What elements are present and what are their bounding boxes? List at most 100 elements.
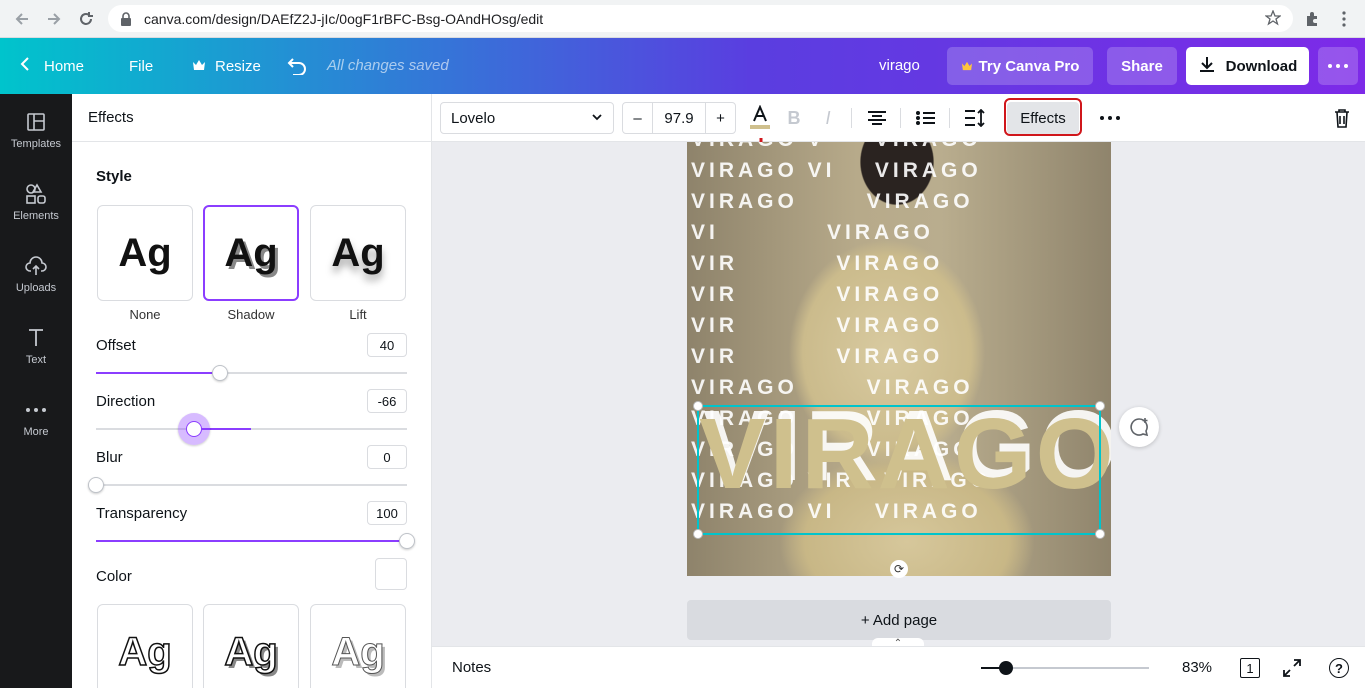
blur-slider[interactable] — [88, 477, 407, 493]
toolbar-divider — [949, 108, 950, 128]
page-count-button[interactable]: 1 — [1240, 658, 1260, 678]
notes-button[interactable]: Notes — [452, 659, 491, 676]
share-button[interactable]: Share — [1107, 47, 1177, 85]
rail-item-elements[interactable]: Elements — [0, 166, 72, 238]
style-echo-tile[interactable]: Ag — [310, 604, 406, 688]
back-icon[interactable] — [6, 3, 38, 35]
offset-handle[interactable] — [212, 365, 229, 381]
italic-icon[interactable]: I — [812, 102, 844, 134]
url-text: canva.com/design/DAEfZ2J-jIc/0ogF1rBFC-B… — [144, 10, 544, 27]
offset-label: Offset — [96, 337, 136, 354]
blur-handle[interactable] — [88, 477, 104, 493]
rail-label: More — [23, 426, 49, 438]
transparency-input[interactable]: 100 — [367, 501, 407, 525]
shadow-color-swatch[interactable] — [375, 558, 407, 590]
style-shadow-tile[interactable]: Ag — [203, 205, 299, 301]
style-lift-label: Lift — [349, 307, 367, 322]
rail-item-text[interactable]: Text — [0, 310, 72, 382]
direction-input[interactable]: -66 — [367, 389, 407, 413]
increase-size-button[interactable]: + — [705, 103, 735, 133]
direction-slider[interactable] — [96, 413, 407, 445]
download-button[interactable]: Download — [1186, 47, 1309, 85]
add-page-button[interactable]: + Add page — [687, 600, 1111, 640]
decrease-size-button[interactable]: – — [623, 103, 653, 133]
rail-item-more[interactable]: More — [0, 382, 72, 454]
resize-handle[interactable] — [1095, 529, 1105, 539]
transparency-handle[interactable] — [399, 533, 415, 549]
address-bar[interactable]: canva.com/design/DAEfZ2J-jIc/0ogF1rBFC-B… — [108, 5, 1293, 32]
zoom-level[interactable]: 83% — [1182, 659, 1212, 676]
font-dropdown[interactable]: Lovelo — [440, 102, 614, 134]
color-label: Color — [96, 568, 132, 585]
resize-handle[interactable] — [1095, 401, 1105, 411]
ellipsis-icon — [1328, 64, 1348, 68]
more-options-icon[interactable] — [1094, 102, 1126, 134]
undo-icon — [287, 58, 306, 75]
pattern-row: VIRAGO VI VIRAGO — [691, 159, 982, 182]
rail-item-templates[interactable]: Templates — [0, 94, 72, 166]
list-icon[interactable] — [910, 102, 942, 134]
selection-box[interactable] — [693, 401, 1105, 539]
help-button[interactable]: ? — [1329, 658, 1349, 678]
resize-handle[interactable] — [693, 529, 703, 539]
undo-button[interactable] — [287, 38, 307, 94]
effects-panel: Effects Style Ag Ag Ag None Shadow Lift … — [72, 94, 432, 688]
browser-toolbar: canva.com/design/DAEfZ2J-jIc/0ogF1rBFC-B… — [0, 0, 1365, 38]
comment-icon — [1130, 418, 1149, 437]
templates-icon — [24, 110, 48, 134]
star-icon[interactable] — [1264, 9, 1282, 29]
pattern-row: VIRAGO VIRAGO — [691, 376, 974, 399]
style-hollow-tile[interactable]: Ag — [97, 604, 193, 688]
resize-button[interactable]: Resize — [192, 38, 261, 94]
download-icon — [1198, 55, 1216, 77]
canvas-area: VIRAGO V VIRAGO VIRAGO VI VIRAGO VIRAGO VI… — [432, 142, 1365, 646]
style-none-tile[interactable]: Ag — [97, 205, 193, 301]
blur-input[interactable]: 0 — [367, 445, 407, 469]
reload-icon[interactable] — [70, 3, 102, 35]
style-lift-tile[interactable]: Ag — [310, 205, 406, 301]
try-canva-pro-button[interactable]: Try Canva Pro — [947, 47, 1093, 85]
browser-menu-icon[interactable] — [1332, 7, 1356, 31]
chevron-up-icon[interactable]: ⌃ — [872, 638, 924, 646]
trash-icon[interactable] — [1326, 102, 1358, 134]
annotation-circle — [1004, 98, 1082, 136]
home-button[interactable]: Home — [20, 38, 84, 94]
spacing-icon[interactable] — [959, 102, 991, 134]
more-options-button[interactable] — [1318, 47, 1358, 85]
direction-label: Direction — [96, 393, 156, 410]
extensions-icon[interactable] — [1300, 7, 1324, 31]
bold-icon[interactable]: B — [778, 102, 810, 134]
file-menu-button[interactable]: File — [129, 38, 153, 94]
text-icon — [24, 326, 48, 350]
pattern-row: VIRAGO V VIRAGO — [691, 142, 982, 152]
font-size-input[interactable]: 97.9 — [653, 103, 705, 133]
style-splice-tile[interactable]: Ag — [203, 604, 299, 688]
zoom-handle[interactable] — [999, 661, 1013, 675]
elements-icon — [24, 182, 48, 206]
fullscreen-icon[interactable] — [1280, 656, 1304, 680]
chevron-down-icon — [591, 110, 603, 126]
design-title[interactable]: virago — [879, 57, 920, 74]
crown-icon — [961, 58, 973, 75]
toolbar-divider — [851, 108, 852, 128]
text-color-button[interactable] — [744, 102, 776, 134]
offset-fill — [96, 372, 221, 374]
forward-icon[interactable] — [38, 3, 70, 35]
offset-slider[interactable] — [96, 365, 407, 381]
rotate-handle-icon[interactable]: ⟳ — [890, 560, 908, 578]
editor-header: Home File Resize All changes saved virag… — [0, 38, 1365, 94]
transparency-fill — [96, 540, 407, 542]
align-center-icon[interactable] — [861, 102, 893, 134]
style-none-label: None — [129, 307, 161, 322]
toolbar-divider — [900, 108, 901, 128]
save-status: All changes saved — [327, 57, 449, 74]
pattern-row: VIR VIRAGO — [691, 252, 944, 275]
offset-input[interactable]: 40 — [367, 333, 407, 357]
direction-handle[interactable] — [178, 413, 210, 445]
resize-handle[interactable] — [693, 401, 703, 411]
transparency-slider[interactable] — [96, 533, 415, 549]
add-comment-button[interactable] — [1119, 407, 1159, 447]
rail-item-uploads[interactable]: Uploads — [0, 238, 72, 310]
lock-icon — [120, 11, 134, 26]
pro-label: Try Canva Pro — [978, 57, 1080, 75]
